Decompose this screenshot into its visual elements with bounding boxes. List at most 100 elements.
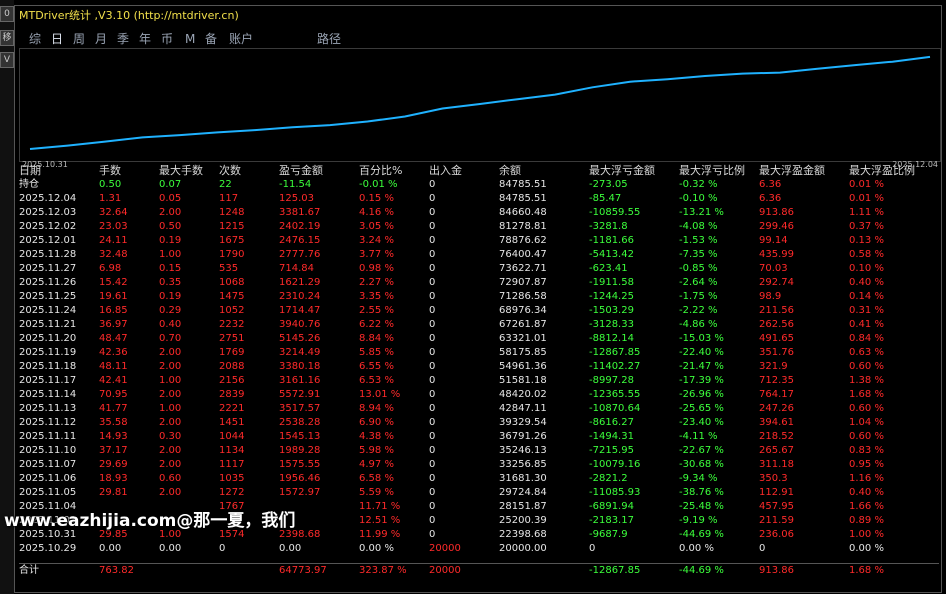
table-row[interactable]: 2025.10.29 0.00 0.00 0 0.00 0.00 % 20000 20000.…: [19, 542, 939, 556]
table-row[interactable]: 2025.11.07 29.69 2.00 1117 1575.55 4.97 % 0 332…: [19, 458, 939, 472]
table-cell: -4.08 %: [679, 221, 718, 232]
table-cell: 76400.47: [499, 249, 547, 260]
tab-9[interactable]: 账户: [229, 30, 253, 48]
table-row[interactable]: 2025.11.26 15.42 0.35 1068 1621.29 2.27 % 0 729…: [19, 276, 939, 290]
header-cell[interactable]: 最大浮盈金额: [759, 164, 825, 178]
table-cell: 1.31: [99, 193, 122, 204]
table-cell: -4.11 %: [679, 431, 718, 442]
table-cell: 5572.91: [279, 389, 321, 400]
table-cell: 0.19: [159, 235, 182, 246]
table-cell: -2183.17: [589, 515, 634, 526]
tab-0[interactable]: 综: [29, 30, 41, 48]
header-cell[interactable]: 最大手数: [159, 164, 203, 178]
table-cell: -2.22 %: [679, 305, 718, 316]
table-cell: 351.76: [759, 347, 794, 358]
table-row[interactable]: 2025.11.24 16.85 0.29 1052 1714.47 2.55 % 0 689…: [19, 304, 939, 318]
table-cell: -4.86 %: [679, 319, 718, 330]
table-cell: 0: [429, 207, 436, 218]
table-row[interactable]: 2025.11.14 70.95 2.00 2839 5572.91 13.01 % 0 48…: [19, 388, 939, 402]
table-cell: 0.50: [159, 221, 182, 232]
tab-5[interactable]: 年: [139, 30, 151, 48]
table-row[interactable]: 2025.11.17 42.41 1.00 2156 3161.16 6.53 % 0 515…: [19, 374, 939, 388]
header-cell[interactable]: 日期: [19, 164, 41, 178]
table-cell: 42847.11: [499, 403, 547, 414]
table-cell: 0: [429, 403, 436, 414]
table-cell: 1035: [219, 473, 245, 484]
table-row[interactable]: 2025.12.01 24.11 0.19 1675 2476.15 3.24 % 0 788…: [19, 234, 939, 248]
left-button-2[interactable]: 移: [0, 30, 14, 46]
table-row[interactable]: 2025.11.27 6.98 0.15 535 714.84 0.98 % 0 73622.…: [19, 262, 939, 276]
table-cell: 1675: [219, 235, 245, 246]
table-cell: 6.55 %: [359, 361, 394, 372]
header-cell[interactable]: 盈亏金额: [279, 164, 323, 178]
table-cell: 0: [429, 389, 436, 400]
table-cell: 211.56: [759, 305, 794, 316]
left-button-3[interactable]: V: [0, 52, 14, 68]
table-row[interactable]: 2025.11.05 29.81 2.00 1272 1572.97 5.59 % 0 297…: [19, 486, 939, 500]
table-row[interactable]: 2025.11.18 48.11 2.00 2088 3380.18 6.55 % 0 549…: [19, 360, 939, 374]
table-row[interactable]: 2025.12.04 1.31 0.05 117 125.03 0.15 % 0 84785.…: [19, 192, 939, 206]
table-cell: 11.99 %: [359, 529, 401, 540]
table-cell: 6.58 %: [359, 473, 394, 484]
table-cell: 2025.11.12: [19, 417, 77, 428]
totals-cell: 合计: [19, 565, 39, 576]
table-cell: 0: [219, 543, 226, 554]
header-cell[interactable]: 最大浮亏比例: [679, 164, 745, 178]
holding-row[interactable]: 持仓 0.50 0.07 22 -11.54 -0.01 % 0 84785.51 -273.0…: [19, 178, 939, 192]
table-cell: 2.00: [159, 347, 182, 358]
table-cell: 0.01 %: [849, 193, 884, 204]
table-row[interactable]: 2025.11.06 18.93 0.60 1035 1956.46 6.58 % 0 316…: [19, 472, 939, 486]
table-cell: 112.91: [759, 487, 794, 498]
table-cell: 2025.11.10: [19, 445, 77, 456]
table-cell: 4.97 %: [359, 459, 394, 470]
table-row[interactable]: 2025.12.03 32.64 2.00 1248 3381.67 4.16 % 0 846…: [19, 206, 939, 220]
table-row[interactable]: 2025.11.25 19.61 0.19 1475 2310.24 3.35 % 0 712…: [19, 290, 939, 304]
balance-chart: 2025.10.31 2025.12.04: [19, 48, 941, 169]
table-cell: 1956.46: [279, 473, 321, 484]
table-row[interactable]: 2025.12.02 23.03 0.50 1215 2402.19 3.05 % 0 812…: [19, 220, 939, 234]
table-row[interactable]: 2025.11.12 35.58 2.00 1451 2538.28 6.90 % 0 393…: [19, 416, 939, 430]
table-cell: 8.94 %: [359, 403, 394, 414]
table-row[interactable]: 2025.11.13 41.77 1.00 2221 3517.57 8.94 % 0 428…: [19, 402, 939, 416]
table-row[interactable]: 2025.11.11 14.93 0.30 1044 1545.13 4.38 % 0 367…: [19, 430, 939, 444]
header-cell[interactable]: 最大浮盈比例: [849, 164, 915, 178]
header-cell[interactable]: 最大浮亏金额: [589, 164, 655, 178]
header-cell[interactable]: 出入金: [429, 164, 462, 178]
header-cell[interactable]: 手数: [99, 164, 121, 178]
tab-10[interactable]: 路径: [317, 30, 341, 48]
table-cell: 2221: [219, 403, 245, 414]
table-cell: 0.00: [279, 543, 302, 554]
table-row[interactable]: 2025.11.19 42.36 2.00 1769 3214.49 5.85 % 0 581…: [19, 346, 939, 360]
table-row[interactable]: 2025.11.10 37.17 2.00 1134 1989.28 5.98 % 0 352…: [19, 444, 939, 458]
tab-2[interactable]: 周: [73, 30, 85, 48]
table-cell: -9.19 %: [679, 515, 718, 526]
table-cell: 84785.51: [499, 179, 547, 190]
table-cell: -7215.95: [589, 445, 634, 456]
table-cell: 37.17: [99, 445, 128, 456]
table-row[interactable]: 2025.11.20 48.47 0.70 2751 5145.26 8.84 % 0 633…: [19, 332, 939, 346]
table-cell: 0.40 %: [849, 277, 884, 288]
tab-4[interactable]: 季: [117, 30, 129, 48]
tab-7[interactable]: M: [185, 30, 195, 48]
table-cell: 48.47: [99, 333, 128, 344]
header-cell[interactable]: 百分比%: [359, 164, 402, 178]
table-cell: 0.89 %: [849, 515, 884, 526]
tab-6[interactable]: 币: [161, 30, 173, 48]
table-cell: 0.83 %: [849, 445, 884, 456]
header-cell[interactable]: 余额: [499, 164, 521, 178]
table-row[interactable]: 2025.11.21 36.97 0.40 2232 3940.76 6.22 % 0 672…: [19, 318, 939, 332]
table-cell: -8616.27: [589, 417, 634, 428]
table-cell: -2.64 %: [679, 277, 718, 288]
table-cell: 0: [429, 291, 436, 302]
tab-1[interactable]: 日: [51, 30, 63, 48]
table-cell: 13.01 %: [359, 389, 401, 400]
table-cell: -12867.85: [589, 347, 641, 358]
left-button-1[interactable]: 0: [0, 6, 14, 22]
table-row[interactable]: 2025.11.28 32.48 1.00 1790 2777.76 3.77 % 0 764…: [19, 248, 939, 262]
table-cell: 0.41 %: [849, 319, 884, 330]
table-cell: 292.74: [759, 277, 794, 288]
header-cell[interactable]: 次数: [219, 164, 241, 178]
table-cell: 41.77: [99, 403, 128, 414]
tab-3[interactable]: 月: [95, 30, 107, 48]
tab-8[interactable]: 备: [205, 30, 217, 48]
